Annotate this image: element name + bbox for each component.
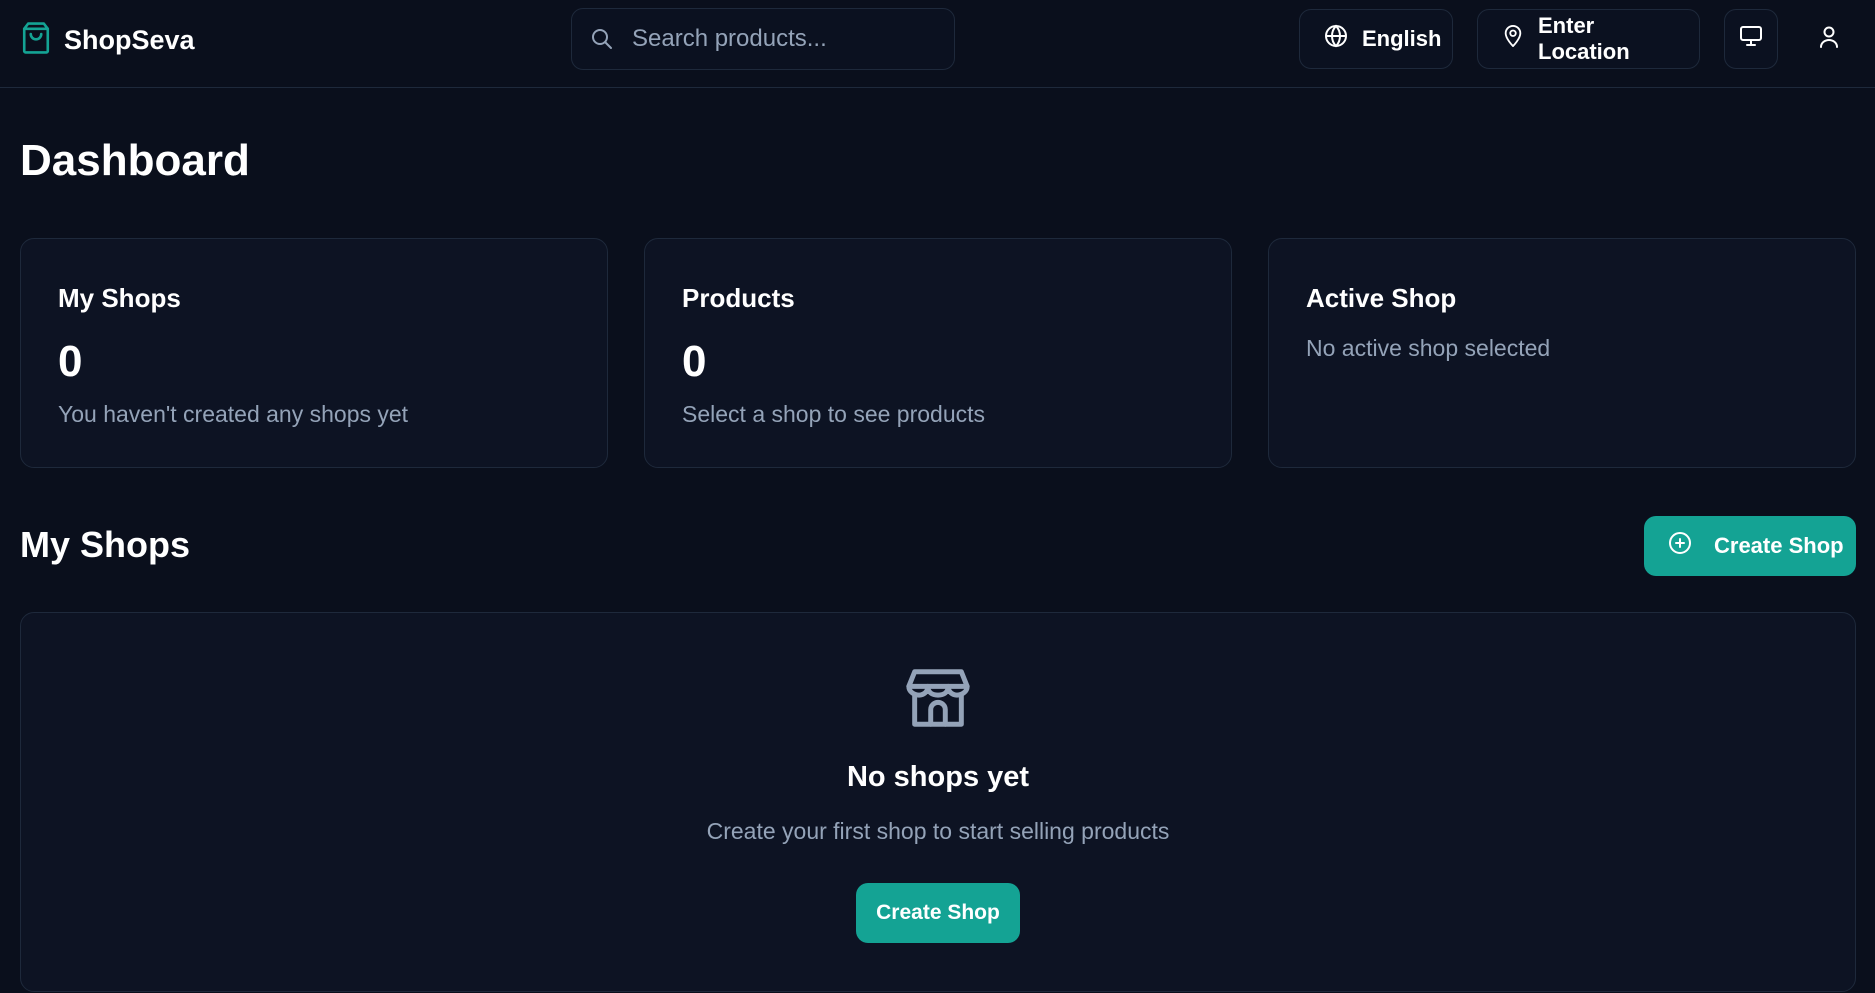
- stat-card-active-shop: Active Shop No active shop selected: [1268, 238, 1856, 468]
- shopping-bag-icon: [20, 21, 52, 60]
- display-toggle-button[interactable]: [1724, 9, 1778, 69]
- stat-card-title: Active Shop: [1306, 283, 1457, 313]
- language-button[interactable]: English: [1299, 9, 1453, 69]
- my-shops-heading: My Shops: [20, 524, 191, 565]
- stat-card-title: My Shops: [58, 283, 181, 313]
- top-navbar: ShopSeva English Enter Location: [0, 0, 1875, 88]
- user-menu-button[interactable]: [1808, 18, 1850, 60]
- stat-card-title: Products: [682, 283, 795, 313]
- stat-card-description: No active shop selected: [1306, 335, 1551, 361]
- user-icon: [1818, 25, 1840, 54]
- search-box[interactable]: [571, 8, 955, 70]
- stat-card-description: You haven't created any shops yet: [58, 401, 409, 427]
- empty-state-description: Create your first shop to start selling …: [706, 818, 1170, 844]
- store-icon: [903, 663, 973, 738]
- brand-name: ShopSeva: [64, 24, 195, 55]
- search-icon: [590, 27, 614, 56]
- map-pin-icon: [1502, 24, 1524, 54]
- stat-card-value: 0: [58, 337, 83, 386]
- stat-card-value: 0: [682, 337, 707, 386]
- stat-card-products: Products 0 Select a shop to see products: [644, 238, 1232, 468]
- create-shop-button[interactable]: Create Shop: [1644, 516, 1856, 576]
- language-label: English: [1362, 26, 1442, 51]
- page-title: Dashboard: [20, 136, 250, 185]
- empty-state-title: No shops yet: [846, 761, 1030, 793]
- create-first-shop-button[interactable]: Create Shop: [856, 883, 1020, 943]
- stat-card-description: Select a shop to see products: [682, 401, 986, 427]
- search-input[interactable]: [632, 19, 932, 59]
- brand-logo[interactable]: ShopSeva: [20, 20, 195, 60]
- stat-card-my-shops: My Shops 0 You haven't created any shops…: [20, 238, 608, 468]
- location-button[interactable]: Enter Location: [1477, 9, 1700, 69]
- plus-circle-icon: [1668, 531, 1692, 561]
- create-shop-label: Create Shop: [1714, 533, 1844, 558]
- monitor-icon: [1739, 25, 1763, 53]
- shops-empty-state: No shops yet Create your first shop to s…: [20, 612, 1856, 992]
- location-label: Enter Location: [1538, 13, 1630, 64]
- globe-icon: [1324, 24, 1348, 54]
